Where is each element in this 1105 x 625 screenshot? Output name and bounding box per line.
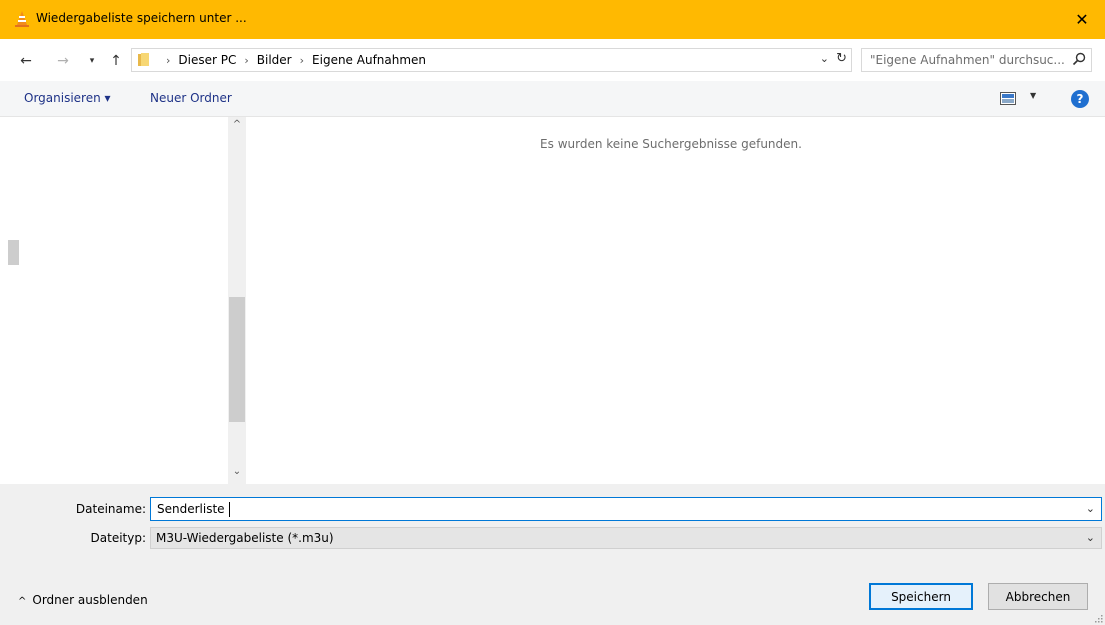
search-icon[interactable] xyxy=(1072,52,1086,66)
nav-pane-selection-marker xyxy=(8,240,19,265)
address-row: ← → ▾ ↑ › Dieser PC › Bilder › Eigene Au… xyxy=(0,39,1105,81)
filetype-label: Dateityp: xyxy=(90,531,146,545)
up-arrow-icon: ↑ xyxy=(110,53,122,69)
search-placeholder: "Eigene Aufnahmen" durchsuc... xyxy=(870,53,1065,67)
command-toolbar: Organisieren ▾ Neuer Ordner ▼ ? xyxy=(0,81,1105,117)
filename-dropdown-icon[interactable]: ⌄ xyxy=(1086,502,1095,515)
filetype-select[interactable]: M3U-Wiedergabeliste (*.m3u) ⌄ xyxy=(150,527,1102,549)
address-dropdown-icon[interactable]: ⌄ xyxy=(820,52,829,65)
close-icon: ✕ xyxy=(1075,10,1089,29)
text-caret xyxy=(229,502,230,517)
view-dropdown-icon[interactable]: ▼ xyxy=(1030,91,1036,100)
refresh-icon[interactable]: ↻ xyxy=(836,51,847,66)
hide-folders-button[interactable]: ^ Ordner ausblenden xyxy=(18,593,148,607)
scroll-down-icon[interactable]: ⌄ xyxy=(228,466,246,482)
close-button[interactable]: ✕ xyxy=(1059,0,1105,39)
recent-locations-button[interactable]: ▾ xyxy=(82,51,102,71)
search-input[interactable]: "Eigene Aufnahmen" durchsuc... xyxy=(861,48,1092,72)
window-title: Wiedergabeliste speichern unter ... xyxy=(36,11,247,25)
back-button[interactable]: ← xyxy=(16,51,36,71)
forward-button[interactable]: → xyxy=(53,51,73,71)
filetype-dropdown-icon: ⌄ xyxy=(1085,531,1095,544)
file-list-area[interactable]: Es wurden keine Suchergebnisse gefunden. xyxy=(246,117,1105,484)
breadcrumb-separator[interactable]: › xyxy=(166,54,170,67)
vlc-cone-icon xyxy=(15,11,29,27)
address-bar[interactable]: › Dieser PC › Bilder › Eigene Aufnahmen … xyxy=(131,48,852,72)
help-icon: ? xyxy=(1076,92,1084,106)
chevron-up-icon: ^ xyxy=(18,596,27,607)
breadcrumb-separator[interactable]: › xyxy=(244,54,248,67)
filename-value: Senderliste xyxy=(157,502,225,516)
breadcrumb-item-eigene-aufnahmen[interactable]: Eigene Aufnahmen xyxy=(312,53,426,67)
title-bar: Wiedergabeliste speichern unter ... ✕ xyxy=(0,0,1105,39)
forward-arrow-icon: → xyxy=(57,53,69,69)
cancel-button[interactable]: Abbrechen xyxy=(988,583,1088,610)
hide-folders-label: Ordner ausblenden xyxy=(32,593,148,607)
breadcrumb-separator[interactable]: › xyxy=(300,54,304,67)
save-button[interactable]: Speichern xyxy=(869,583,973,610)
filetype-value: M3U-Wiedergabeliste (*.m3u) xyxy=(156,531,334,545)
filename-label: Dateiname: xyxy=(75,502,146,516)
organize-button[interactable]: Organisieren ▾ xyxy=(24,91,111,105)
chevron-down-icon: ▾ xyxy=(89,56,95,66)
breadcrumb-item-bilder[interactable]: Bilder xyxy=(257,53,292,67)
back-arrow-icon: ← xyxy=(20,53,32,69)
scrollbar-thumb[interactable] xyxy=(229,297,245,422)
folder-icon xyxy=(138,53,149,66)
scroll-up-icon[interactable]: ^ xyxy=(228,119,246,135)
save-form-panel: Dateiname: Senderliste ⌄ Dateityp: M3U-W… xyxy=(0,484,1105,625)
new-folder-button[interactable]: Neuer Ordner xyxy=(150,91,232,105)
view-options-icon[interactable] xyxy=(1000,92,1016,105)
empty-results-message: Es wurden keine Suchergebnisse gefunden. xyxy=(540,137,802,151)
navigation-scrollbar[interactable]: ^ ⌄ xyxy=(228,117,246,484)
help-button[interactable]: ? xyxy=(1071,90,1089,108)
up-button[interactable]: ↑ xyxy=(106,51,126,71)
breadcrumb: › Dieser PC › Bilder › Eigene Aufnahmen xyxy=(158,53,426,67)
navigation-pane[interactable] xyxy=(0,117,228,484)
breadcrumb-item-dieser-pc[interactable]: Dieser PC xyxy=(178,53,236,67)
resize-grip-icon[interactable] xyxy=(1095,615,1103,623)
filename-field[interactable]: Senderliste ⌄ xyxy=(150,497,1102,521)
